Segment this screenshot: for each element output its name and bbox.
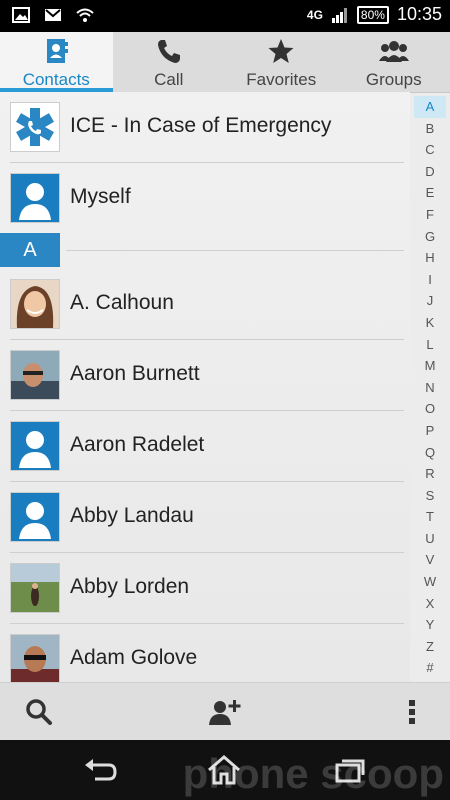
contact-name: Adam Golove [70, 646, 198, 669]
list-item[interactable]: Abby Landau [0, 482, 410, 553]
list-item[interactable]: Abby Lorden [0, 553, 410, 624]
index-letter[interactable]: Q [414, 442, 446, 464]
wifi-icon [76, 6, 94, 24]
index-letter[interactable]: L [414, 334, 446, 356]
contact-photo [10, 563, 60, 613]
index-letter[interactable]: H [414, 247, 446, 269]
tab-label: Favorites [246, 70, 317, 89]
index-letter[interactable]: F [414, 204, 446, 226]
contact-name: Aaron Radelet [70, 433, 205, 456]
clock: 10:35 [396, 4, 442, 24]
contact-photo [10, 634, 60, 682]
status-bar: 4G 80% 10:35 [0, 0, 450, 32]
person-placeholder-icon [10, 492, 60, 542]
signal-icon [331, 6, 349, 24]
action-bar [0, 682, 450, 741]
index-letter[interactable]: K [414, 312, 446, 334]
person-placeholder-icon [10, 173, 60, 223]
index-letter[interactable]: U [414, 528, 446, 550]
list-item[interactable]: ICE - In Case of Emergency [0, 92, 410, 163]
index-letter[interactable]: X [414, 593, 446, 615]
ice-icon [10, 102, 60, 152]
index-letter[interactable]: P [414, 420, 446, 442]
gmail-notification-icon [44, 6, 62, 24]
person-placeholder-icon [10, 421, 60, 471]
list-item[interactable]: A. Calhoun [0, 269, 410, 340]
contact-name: Aaron Burnett [70, 362, 200, 385]
index-letter[interactable]: # [414, 657, 446, 679]
index-letter[interactable]: J [414, 290, 446, 312]
divider [66, 250, 404, 251]
section-letter: A [0, 233, 60, 267]
list-item[interactable]: Adam Golove [0, 624, 410, 682]
system-nav-bar: phone scoop [0, 740, 450, 800]
tab-label: Groups [365, 70, 422, 89]
add-contact-icon[interactable] [208, 695, 242, 729]
contact-list[interactable]: ICE - In Case of Emergency Myself A A. C… [0, 92, 410, 682]
group-icon [338, 36, 450, 66]
index-letter[interactable]: G [414, 226, 446, 248]
index-letter[interactable]: A [414, 96, 446, 118]
tab-contacts[interactable]: Contacts [0, 32, 113, 92]
network-type: 4G [306, 7, 323, 22]
tab-call[interactable]: Call [113, 32, 226, 92]
contact-name: Abby Landau [70, 504, 194, 527]
star-icon [225, 36, 338, 66]
index-letter[interactable]: S [414, 485, 446, 507]
tab-label: Contacts [22, 70, 90, 89]
back-icon[interactable] [82, 754, 118, 786]
index-letter[interactable]: Y [414, 614, 446, 636]
tab-groups[interactable]: Groups [338, 32, 450, 92]
image-notification-icon [12, 6, 30, 24]
alphabet-index[interactable]: A B C D E F G H I J K L M N O P Q R S T … [414, 96, 446, 682]
index-letter[interactable]: N [414, 377, 446, 399]
contact-name: ICE - In Case of Emergency [70, 114, 332, 137]
index-letter[interactable]: R [414, 463, 446, 485]
tab-favorites[interactable]: Favorites [225, 32, 338, 92]
watermark: phone scoop [182, 750, 444, 797]
list-item[interactable]: Aaron Burnett [0, 340, 410, 411]
section-header: A [0, 233, 410, 269]
list-item[interactable]: Myself [0, 163, 410, 234]
index-letter[interactable]: W [414, 571, 446, 593]
index-letter[interactable]: Z [414, 636, 446, 658]
phone-icon [113, 36, 226, 66]
contact-photo [10, 350, 60, 400]
index-letter[interactable]: B [414, 118, 446, 140]
contact-name: A. Calhoun [70, 291, 174, 314]
index-letter[interactable]: M [414, 355, 446, 377]
index-letter[interactable]: V [414, 549, 446, 571]
index-letter[interactable]: O [414, 398, 446, 420]
index-letter[interactable]: E [414, 182, 446, 204]
contact-photo [10, 279, 60, 329]
index-letter[interactable]: T [414, 506, 446, 528]
tab-bar: Contacts Call Favorites Groups [0, 32, 450, 93]
index-letter[interactable]: I [414, 269, 446, 291]
overflow-menu-icon[interactable] [395, 695, 429, 729]
tab-label: Call [154, 70, 184, 89]
index-letter[interactable]: C [414, 139, 446, 161]
list-item[interactable]: Aaron Radelet [0, 411, 410, 482]
contact-name: Myself [70, 185, 131, 208]
battery-indicator: 80% [356, 5, 389, 24]
search-icon[interactable] [22, 695, 56, 729]
contact-name: Abby Lorden [70, 575, 190, 598]
contacts-book-icon [0, 36, 113, 66]
index-letter[interactable]: D [414, 161, 446, 183]
